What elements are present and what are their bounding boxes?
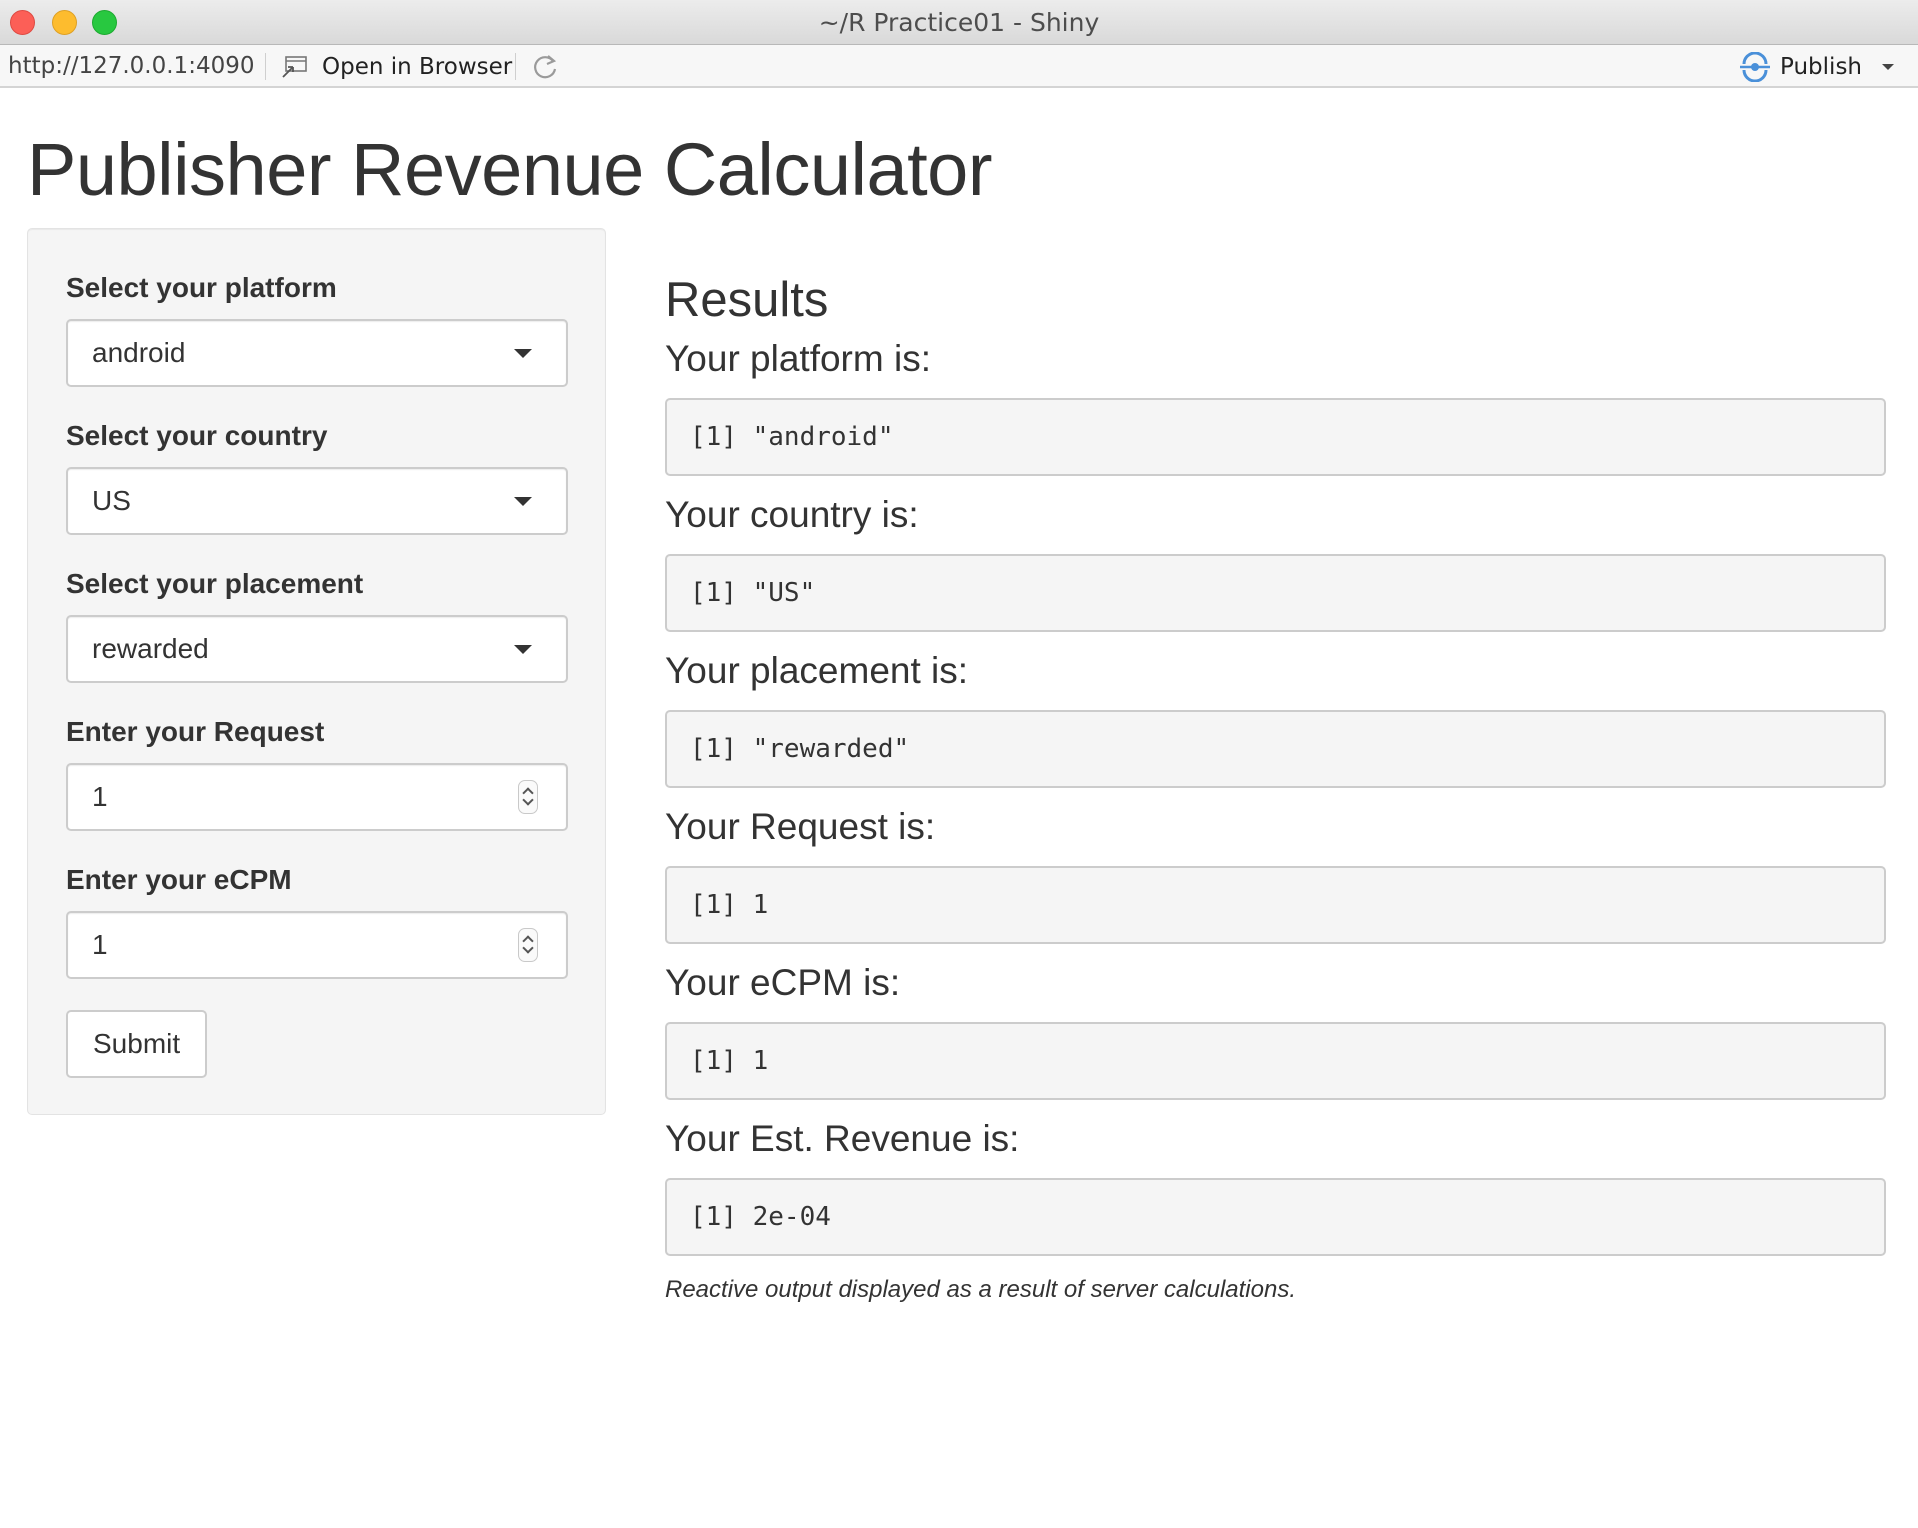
country-output: [1] "US"	[665, 554, 1886, 632]
platform-select[interactable]: android	[66, 319, 568, 387]
request-number-input[interactable]: 1	[66, 763, 568, 831]
window-title: ~/R Practice01 - Shiny	[818, 8, 1100, 37]
placement-output: [1] "rewarded"	[665, 710, 1886, 788]
platform-result-label: Your platform is:	[665, 338, 931, 379]
page-title: Publisher Revenue Calculator	[27, 128, 992, 211]
placement-selected-value: rewarded	[92, 633, 209, 664]
chevron-down-icon[interactable]	[522, 794, 534, 806]
publish-button[interactable]: Publish	[1738, 45, 1894, 88]
results-heading: Results	[665, 273, 829, 327]
open-in-browser-button[interactable]: Open in Browser	[280, 45, 512, 88]
viewer-toolbar: http://127.0.0.1:4090 Open in Browser Pu…	[0, 45, 1918, 88]
dropdown-caret-icon	[514, 349, 532, 358]
country-label: Select your country	[66, 420, 328, 451]
submit-button[interactable]: Submit	[66, 1010, 208, 1078]
ecpm-number-input[interactable]: 1	[66, 911, 568, 979]
dropdown-caret-icon	[514, 645, 532, 654]
request-input-value: 1	[92, 781, 108, 812]
open-in-browser-label: Open in Browser	[322, 53, 513, 80]
url-display: http://127.0.0.1:4090	[8, 53, 255, 79]
refresh-icon[interactable]	[530, 52, 560, 82]
toolbar-divider	[515, 53, 516, 80]
reactive-output-note: Reactive output displayed as a result of…	[665, 1276, 1296, 1303]
publish-icon	[1740, 51, 1771, 82]
platform-label: Select your platform	[66, 272, 337, 303]
country-select[interactable]: US	[66, 467, 568, 535]
ecpm-label: Enter your eCPM	[66, 864, 292, 895]
placement-select[interactable]: rewarded	[66, 615, 568, 683]
toolbar-divider	[265, 53, 266, 80]
dropdown-caret-icon	[514, 497, 532, 506]
window-titlebar: ~/R Practice01 - Shiny	[0, 0, 1918, 45]
number-stepper[interactable]	[518, 928, 538, 962]
publish-label: Publish	[1780, 53, 1862, 80]
chevron-down-icon[interactable]	[1882, 63, 1894, 70]
open-in-browser-icon	[282, 55, 307, 78]
ecpm-output: [1] 1	[665, 1022, 1886, 1100]
number-stepper[interactable]	[518, 780, 538, 814]
platform-output: [1] "android"	[665, 398, 1886, 476]
placement-label: Select your placement	[66, 568, 364, 599]
revenue-output: [1] 2e-04	[665, 1178, 1886, 1256]
placement-result-label: Your placement is:	[665, 650, 969, 691]
country-result-label: Your country is:	[665, 494, 919, 535]
chevron-down-icon[interactable]	[522, 942, 534, 954]
input-sidebar-panel: Select your platform android Select your…	[27, 228, 606, 1115]
revenue-result-label: Your Est. Revenue is:	[665, 1118, 1020, 1159]
request-result-label: Your Request is:	[665, 806, 936, 847]
country-selected-value: US	[92, 485, 131, 516]
ecpm-input-value: 1	[92, 929, 108, 960]
platform-selected-value: android	[92, 337, 186, 368]
request-label: Enter your Request	[66, 716, 325, 747]
ecpm-result-label: Your eCPM is:	[665, 962, 901, 1003]
request-output: [1] 1	[665, 866, 1886, 944]
